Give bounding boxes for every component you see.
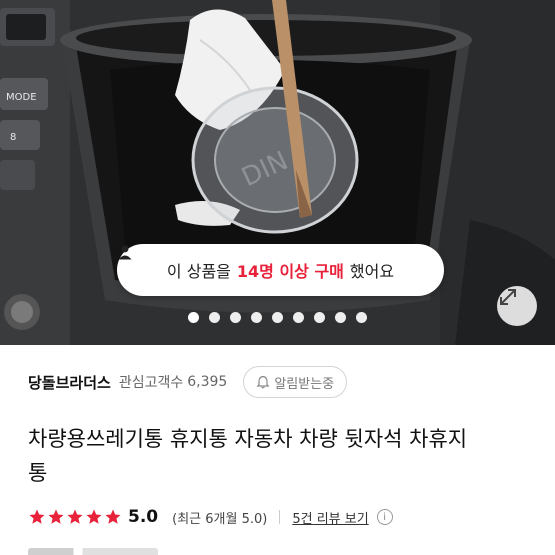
carousel-dot[interactable] bbox=[209, 312, 220, 323]
star-icon bbox=[29, 509, 45, 524]
star-icon bbox=[105, 509, 121, 524]
seller-info-row: 당돌브라더스 관심고객수 6,395 알림받는중 bbox=[28, 366, 538, 398]
carousel-dot[interactable] bbox=[272, 312, 283, 323]
carousel-dot[interactable] bbox=[335, 312, 346, 323]
notification-toggle-label: 알림받는중 bbox=[274, 376, 335, 392]
dashboard-mode-label: MODE bbox=[6, 92, 37, 103]
star-icon bbox=[86, 509, 102, 524]
price-row-partial bbox=[28, 546, 168, 555]
rating-value: 5.0 bbox=[128, 507, 159, 527]
followers-label: 관심고객수 bbox=[118, 375, 184, 391]
followers-count: 6,395 bbox=[187, 374, 228, 390]
expand-arrows-icon bbox=[500, 289, 516, 305]
carousel-dot[interactable] bbox=[356, 312, 367, 323]
buyers-banner-highlight: 14명 이상 구매 bbox=[236, 262, 344, 281]
star-icon bbox=[67, 509, 83, 524]
divider bbox=[279, 510, 281, 524]
notification-toggle-button[interactable]: 알림받는중 bbox=[243, 366, 348, 398]
seller-name[interactable]: 당돌브라더스 bbox=[28, 372, 111, 393]
carousel-dot[interactable] bbox=[188, 312, 199, 323]
info-icon[interactable]: i bbox=[376, 509, 393, 525]
buyers-count-banner: 이 상품을 14명 이상 구매 했어요 bbox=[117, 244, 444, 296]
star-icon bbox=[48, 509, 64, 524]
product-title: 차량용쓰레기통 휴지통 자동차 차량 뒷자석 차휴지 통 bbox=[28, 422, 538, 490]
star-rating bbox=[28, 508, 122, 526]
bell-icon bbox=[256, 375, 270, 389]
carousel-dot[interactable] bbox=[230, 312, 241, 323]
recent-rating: (최근 6개월 5.0) bbox=[172, 511, 268, 527]
product-title-line-2: 통 bbox=[28, 461, 48, 485]
person-icon bbox=[118, 245, 132, 260]
carousel-dot[interactable] bbox=[293, 312, 304, 323]
dashboard-number-label: 8 bbox=[10, 132, 16, 143]
rating-row: 5.0 (최근 6개월 5.0) 5건 리뷰 보기 i bbox=[28, 504, 538, 530]
carousel-dot[interactable] bbox=[314, 312, 325, 323]
product-image-carousel[interactable]: MODE 8 DIN 이 상품을 14명 이상 구매 했어요 bbox=[0, 0, 555, 345]
carousel-indicators[interactable] bbox=[0, 312, 555, 323]
buyers-banner-prefix: 이 상품을 bbox=[166, 262, 231, 281]
product-title-line-1: 차량용쓰레기통 휴지통 자동차 차량 뒷자석 차휴지 bbox=[28, 427, 468, 451]
carousel-dot[interactable] bbox=[251, 312, 262, 323]
view-reviews-link[interactable]: 5건 리뷰 보기 bbox=[292, 508, 368, 527]
buyers-banner-suffix: 했어요 bbox=[349, 262, 395, 281]
